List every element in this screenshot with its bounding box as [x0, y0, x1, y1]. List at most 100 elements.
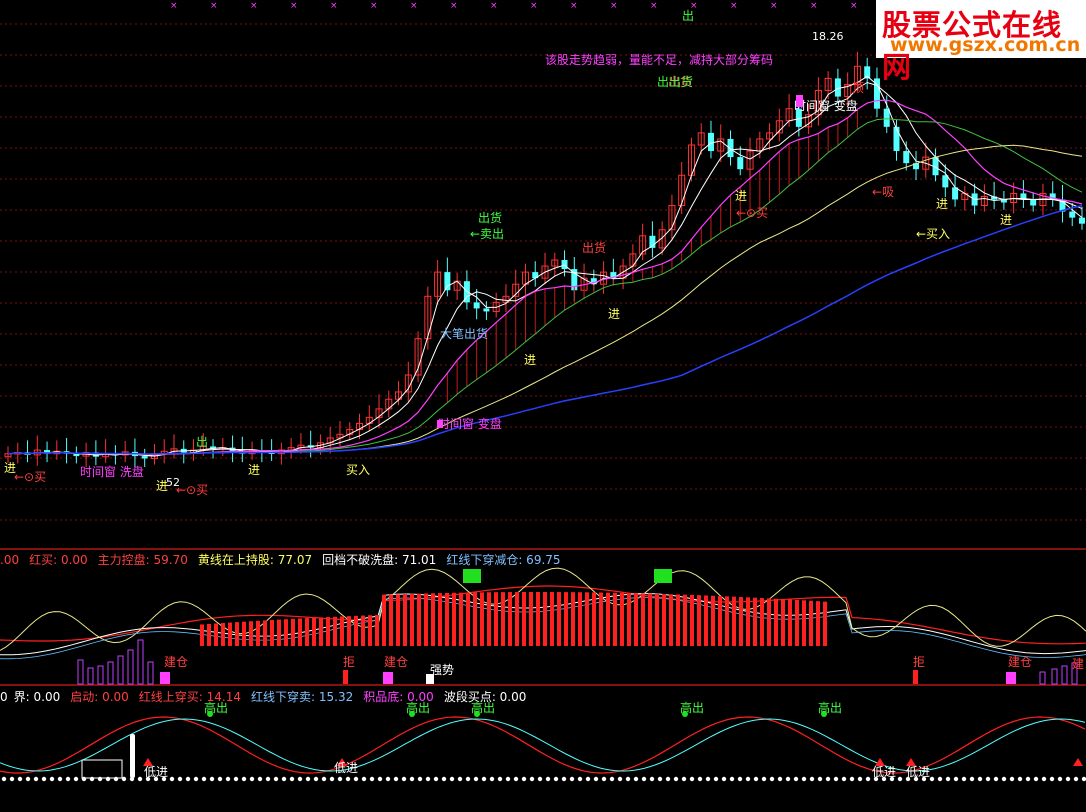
site-watermark: 股票公式在线网 www.gszx.com.cn: [876, 0, 1086, 84]
baseline-dot: [481, 776, 487, 782]
baseline-dot: [985, 776, 991, 782]
mid-red-bar: [403, 594, 407, 646]
baseline-dot: [137, 776, 143, 782]
baseline-dot: [465, 776, 471, 782]
mid-red-bar: [732, 596, 736, 646]
baseline-dot: [561, 776, 567, 782]
chart-annotation: 该股走势趋弱，量能不足，减持大部分筹码: [545, 52, 773, 67]
chart-annotation: 大笔出货: [440, 326, 488, 341]
baseline-dot: [929, 776, 935, 782]
baseline-dot: [1065, 776, 1071, 782]
indicator-value: 红线下穿卖: 15.32: [251, 690, 354, 704]
baseline-dot: [305, 776, 311, 782]
volume-bar: [107, 661, 114, 685]
signal-marker: [913, 670, 918, 684]
signal-marker: [1006, 672, 1016, 684]
mid-red-bar: [620, 592, 624, 646]
baseline-dot: [1001, 776, 1007, 782]
tick-mark: ×: [650, 1, 658, 11]
chart-annotation: 时间窗 变盘: [438, 416, 502, 431]
mid-red-bar: [249, 621, 253, 646]
baseline-dot: [1049, 776, 1055, 782]
baseline-dot: [1, 776, 7, 782]
baseline-dot: [441, 776, 447, 782]
mid-red-bar: [711, 595, 715, 646]
mid-red-bar: [473, 592, 477, 646]
tick-mark: ×: [290, 1, 298, 11]
baseline-dot: [425, 776, 431, 782]
baseline-dot: [209, 776, 215, 782]
baseline-dot: [97, 776, 103, 782]
osc-cyan-line: [0, 718, 1086, 772]
mid-red-bar: [431, 593, 435, 646]
baseline-dot: [113, 776, 119, 782]
baseline-dot: [841, 776, 847, 782]
price-high-label: 18.26: [812, 30, 844, 43]
baseline-dot: [777, 776, 783, 782]
mid-red-bar: [480, 592, 484, 646]
baseline-dot: [769, 776, 775, 782]
baseline-dot: [649, 776, 655, 782]
baseline-dot: [937, 776, 943, 782]
tick-mark: ×: [810, 1, 818, 11]
mid-red-bar: [424, 593, 428, 646]
mid-red-bar: [578, 592, 582, 646]
main-annotations: 该股走势趋弱，量能不足，减持大部分筹码出出货出出货 顶时间窗 变盘进 ←吸进←⊙买←…: [4, 9, 1012, 497]
mid-red-bar: [662, 593, 666, 646]
candle-body: [483, 308, 490, 312]
mid-red-bar: [214, 623, 218, 646]
signal-marker: [343, 670, 348, 684]
mid-red-bar: [774, 598, 778, 646]
candle-body: [141, 456, 148, 459]
chart-annotation: 时间窗 洗盘: [80, 464, 144, 479]
indicator-panel-1: 建仓 拒 建仓强势 拒 建仓 建: [0, 567, 1086, 685]
chart-annotation: ←卖出: [470, 227, 504, 241]
baseline-dot: [233, 776, 239, 782]
baseline-dot: [9, 776, 15, 782]
baseline-dot: [361, 776, 367, 782]
bottom-panel-header: 0 界: 0.00 启动: 0.00 红线上穿买: 14.14 红线下穿卖: 15.32…: [0, 688, 536, 705]
signal-marker: [437, 420, 443, 428]
indicator-value: 回档不破洗盘: 71.01: [322, 553, 437, 567]
chart-annotation: 出: [196, 435, 208, 449]
osc-signal-label: 高出: [680, 700, 704, 715]
mid-red-bar: [704, 595, 708, 646]
baseline-dot: [249, 776, 255, 782]
mid-red-bar: [606, 592, 610, 646]
baseline-dot: [169, 776, 175, 782]
baseline-dot: [25, 776, 31, 782]
mid-red-bar: [487, 592, 491, 646]
mid-red-bar: [382, 594, 386, 646]
mid-red-bar: [235, 622, 239, 646]
signal-square: [463, 569, 481, 583]
mid-red-bar: [452, 592, 456, 646]
chart-annotation: 进: [608, 307, 620, 321]
baseline-dot: [897, 776, 903, 782]
baseline-dot: [809, 776, 815, 782]
mid-red-bar: [725, 596, 729, 646]
indicator-value: 波段买点: 0.00: [443, 690, 527, 704]
baseline-dot: [265, 776, 271, 782]
indicator-value: 黄线在上持股: 77.07: [197, 553, 313, 567]
baseline-dot: [393, 776, 399, 782]
mid-red-bar: [802, 600, 806, 646]
baseline-dot: [521, 776, 527, 782]
mid-signal-label: 建仓: [164, 655, 188, 669]
mid-red-bar: [746, 597, 750, 646]
baseline-dot: [281, 776, 287, 782]
tick-mark: ×: [530, 1, 538, 11]
chart-annotation: ←买入: [916, 227, 950, 241]
mid-signal-label: 拒: [343, 655, 355, 669]
mid-red-bar: [522, 592, 526, 646]
volume-bar: [77, 659, 84, 685]
baseline-dot: [665, 776, 671, 782]
volume-bar: [1039, 671, 1046, 685]
candle-body: [444, 272, 451, 291]
mid-red-bar: [648, 593, 652, 646]
baseline-dot: [353, 776, 359, 782]
osc-signal-label: 高出: [818, 700, 842, 715]
volume-bar: [1051, 668, 1058, 685]
mid-red-bar: [242, 621, 246, 646]
baseline-dot: [945, 776, 951, 782]
candle-body: [893, 126, 900, 152]
